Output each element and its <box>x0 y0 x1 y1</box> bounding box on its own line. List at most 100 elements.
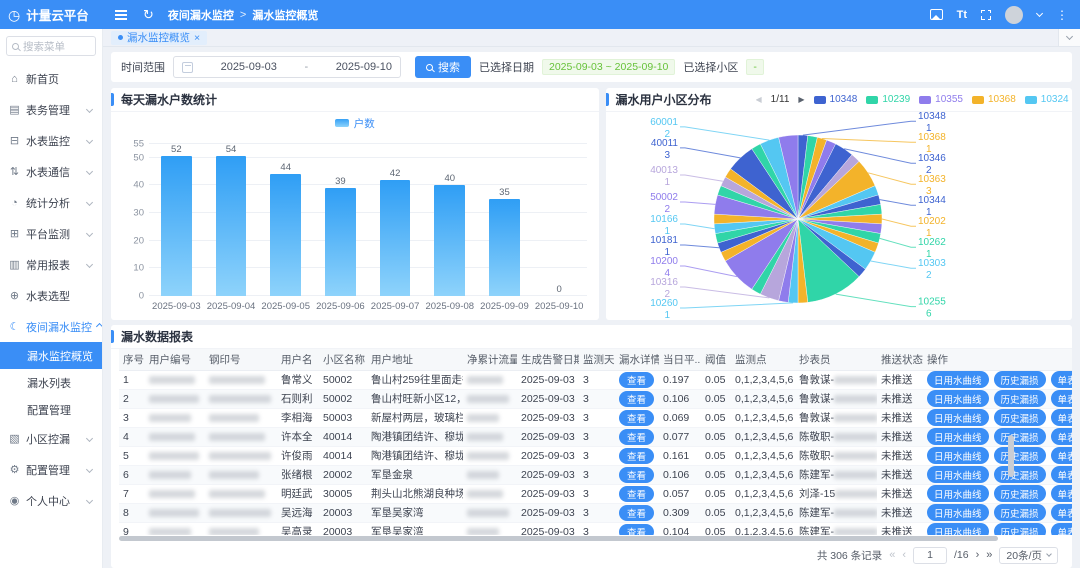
cell-flow <box>463 465 517 484</box>
sidebar-item-小区控漏[interactable]: ▧小区控漏 <box>0 423 102 454</box>
view-leak-detail-button[interactable]: 查看 <box>619 486 654 502</box>
sidebar-item-表务管理[interactable]: ▤表务管理 <box>0 94 102 125</box>
view-leak-detail-button[interactable]: 查看 <box>619 429 654 445</box>
sidebar-item-统计分析[interactable]: ◔统计分析 <box>0 187 102 218</box>
sidebar-subitem-漏水监控概览[interactable]: 漏水监控概览 <box>0 342 102 369</box>
legend-prev-icon[interactable]: ◀ <box>756 95 762 104</box>
view-leak-detail-button[interactable]: 查看 <box>619 391 654 407</box>
font-size-icon[interactable]: Tt <box>957 9 967 21</box>
tab-leak-overview[interactable]: 漏水监控概览 × <box>111 31 207 45</box>
single-meter-analysis-button[interactable]: 单表分析 <box>1051 371 1072 388</box>
legend-next-icon[interactable]: ▶ <box>798 95 804 104</box>
legend-item-10324[interactable]: 10324 <box>1025 94 1069 105</box>
daily-water-curve-button[interactable]: 日用水曲线 <box>927 390 989 407</box>
sidebar-item-新首页[interactable]: ⌂新首页 <box>0 63 102 94</box>
column-header-ops: 操作 <box>923 349 1072 370</box>
fullscreen-icon[interactable] <box>981 10 991 20</box>
bar[interactable] <box>325 188 356 296</box>
daily-water-curve-button[interactable]: 日用水曲线 <box>927 409 989 426</box>
x-axis-tick: 2025-09-06 <box>316 301 365 312</box>
history-leak-button[interactable]: 历史漏损 <box>994 466 1046 483</box>
masked-value <box>209 490 265 498</box>
refresh-icon[interactable]: ↻ <box>143 7 154 23</box>
legend-item-10239[interactable]: 10239 <box>866 94 910 105</box>
history-leak-button[interactable]: 历史漏损 <box>994 409 1046 426</box>
tabbar-dropdown[interactable] <box>1058 29 1080 46</box>
view-leak-detail-button[interactable]: 查看 <box>619 448 654 464</box>
bar-columns: 522025-09-03542025-09-04442025-09-053920… <box>149 144 587 296</box>
masked-value <box>834 509 877 517</box>
view-leak-detail-button[interactable]: 查看 <box>619 372 654 388</box>
bar[interactable] <box>161 156 192 296</box>
user-dropdown-chevron-icon[interactable] <box>1036 9 1043 16</box>
daily-water-curve-button[interactable]: 日用水曲线 <box>927 447 989 464</box>
view-leak-detail-button[interactable]: 查看 <box>619 524 654 536</box>
view-leak-detail-button[interactable]: 查看 <box>619 505 654 521</box>
history-leak-button[interactable]: 历史漏损 <box>994 371 1046 388</box>
sidebar-item-水表选型[interactable]: ⊕水表选型 <box>0 280 102 311</box>
single-meter-analysis-button[interactable]: 单表分析 <box>1051 485 1072 502</box>
history-leak-button[interactable]: 历史漏损 <box>994 447 1046 464</box>
bar[interactable] <box>216 156 247 296</box>
next-page-button[interactable]: › <box>976 549 980 561</box>
sidebar-subitem-配置管理[interactable]: 配置管理 <box>0 396 102 423</box>
daily-water-curve-button[interactable]: 日用水曲线 <box>927 466 989 483</box>
history-leak-button[interactable]: 历史漏损 <box>994 390 1046 407</box>
single-meter-analysis-button[interactable]: 单表分析 <box>1051 428 1072 445</box>
horizontal-scrollbar-thumb[interactable] <box>119 536 998 541</box>
history-leak-button[interactable]: 历史漏损 <box>994 485 1046 502</box>
single-meter-analysis-button[interactable]: 单表分析 <box>1051 409 1072 426</box>
bar[interactable] <box>489 199 520 296</box>
page-input[interactable]: 1 <box>913 547 947 564</box>
daily-water-curve-button[interactable]: 日用水曲线 <box>927 371 989 388</box>
collapse-menu-icon[interactable] <box>115 14 127 16</box>
last-page-button[interactable]: » <box>986 549 992 561</box>
search-button[interactable]: 搜索 <box>415 56 471 78</box>
prev-page-button[interactable]: ‹ <box>902 549 906 561</box>
bar[interactable] <box>380 180 411 296</box>
single-meter-analysis-button[interactable]: 单表分析 <box>1051 447 1072 464</box>
sidebar-search-input[interactable]: 搜索菜单 <box>6 36 96 56</box>
sidebar-item-配置管理[interactable]: ⚙配置管理 <box>0 454 102 485</box>
pie-label: 10166 <box>650 214 678 225</box>
cell-status: 未推送 <box>877 522 923 535</box>
daily-water-curve-button[interactable]: 日用水曲线 <box>927 428 989 445</box>
sidebar-subitem-漏水列表[interactable]: 漏水列表 <box>0 369 102 396</box>
tab-label: 漏水监控概览 <box>127 30 190 45</box>
sidebar-item-个人中心[interactable]: ◉个人中心 <box>0 485 102 516</box>
daily-water-curve-button[interactable]: 日用水曲线 <box>927 485 989 502</box>
pie-label-line <box>680 303 793 308</box>
first-page-button[interactable]: « <box>889 549 895 561</box>
single-meter-analysis-button[interactable]: 单表分析 <box>1051 523 1072 535</box>
avatar[interactable] <box>1005 6 1023 24</box>
sidebar-item-常用报表[interactable]: ▥常用报表 <box>0 249 102 280</box>
sidebar-item-水表监控[interactable]: ⊟水表监控 <box>0 125 102 156</box>
legend-item-10368[interactable]: 10368 <box>972 94 1016 105</box>
sidebar-item-夜间漏水监控[interactable]: ☾夜间漏水监控 <box>0 311 102 342</box>
single-meter-analysis-button[interactable]: 单表分析 <box>1051 390 1072 407</box>
date-range-input[interactable]: 2025-09-03 - 2025-09-10 <box>173 56 401 78</box>
single-meter-analysis-button[interactable]: 单表分析 <box>1051 504 1072 521</box>
cell-flow <box>463 503 517 522</box>
bar[interactable] <box>434 185 465 296</box>
legend-item-10348[interactable]: 10348 <box>814 94 858 105</box>
page-size-select[interactable]: 20条/页 <box>999 547 1058 564</box>
bar-chart-legend[interactable]: 户数 <box>111 115 599 131</box>
daily-water-curve-button[interactable]: 日用水曲线 <box>927 523 989 535</box>
screenshot-icon[interactable] <box>930 9 943 20</box>
history-leak-button[interactable]: 历史漏损 <box>994 428 1046 445</box>
history-leak-button[interactable]: 历史漏损 <box>994 504 1046 521</box>
single-meter-analysis-button[interactable]: 单表分析 <box>1051 466 1072 483</box>
chevron-down-icon <box>86 466 93 473</box>
sidebar-item-平台监测[interactable]: ⊞平台监测 <box>0 218 102 249</box>
view-leak-detail-button[interactable]: 查看 <box>619 467 654 483</box>
history-leak-button[interactable]: 历史漏损 <box>994 523 1046 535</box>
more-menu-icon[interactable]: ⋮ <box>1056 8 1068 22</box>
bar[interactable] <box>270 174 301 296</box>
legend-item-10355[interactable]: 10355 <box>919 94 963 105</box>
daily-water-curve-button[interactable]: 日用水曲线 <box>927 504 989 521</box>
tab-close-icon[interactable]: × <box>194 32 200 44</box>
sidebar-item-水表通信[interactable]: ⇅水表通信 <box>0 156 102 187</box>
view-leak-detail-button[interactable]: 查看 <box>619 410 654 426</box>
vertical-scrollbar[interactable] <box>1008 435 1014 477</box>
